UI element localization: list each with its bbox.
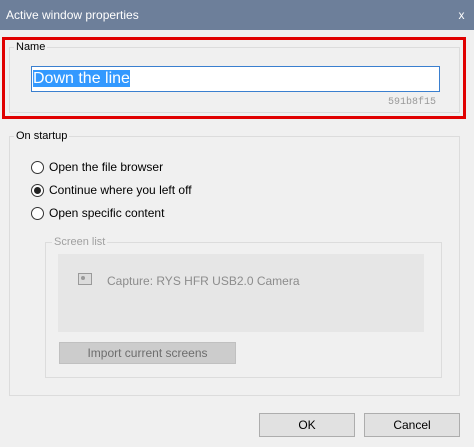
- screen-list[interactable]: [58, 254, 424, 332]
- radio-label: Open the file browser: [49, 160, 164, 174]
- import-current-screens-button[interactable]: Import current screens: [59, 342, 236, 364]
- radio-dot: [34, 186, 41, 194]
- window-title: Active window properties: [6, 8, 139, 22]
- radio-open-specific-content[interactable]: Open specific content: [31, 205, 164, 221]
- camera-icon: [78, 273, 92, 285]
- radio-button[interactable]: [31, 160, 44, 174]
- title-bar: Active window properties x: [0, 0, 474, 30]
- screen-list-item[interactable]: Capture: RYS HFR USB2.0 Camera: [107, 274, 300, 288]
- startup-group-legend: On startup: [14, 130, 70, 142]
- radio-label: Continue where you left off: [49, 183, 192, 197]
- screen-list-legend: Screen list: [52, 236, 108, 248]
- radio-continue-where-left-off[interactable]: Continue where you left off: [31, 182, 192, 198]
- radio-button[interactable]: [31, 206, 44, 220]
- name-group-highlight: [2, 37, 466, 119]
- close-button[interactable]: x: [451, 2, 472, 28]
- radio-label: Open specific content: [49, 206, 165, 220]
- ok-button[interactable]: OK: [259, 413, 355, 437]
- radio-open-file-browser[interactable]: Open the file browser: [31, 159, 163, 175]
- cancel-button[interactable]: Cancel: [364, 413, 460, 437]
- radio-button-selected[interactable]: [31, 183, 44, 197]
